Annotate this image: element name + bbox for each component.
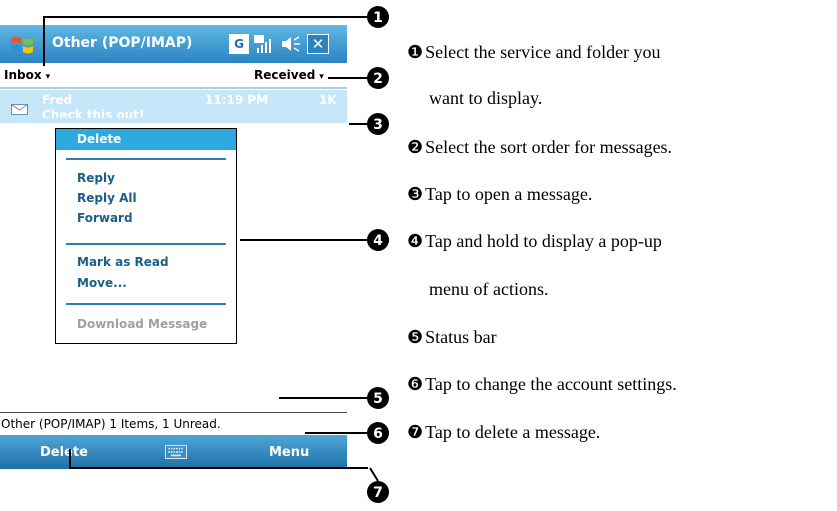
callout-marker-7	[367, 481, 389, 503]
menu-separator	[66, 243, 226, 245]
menu-separator	[66, 303, 226, 305]
callout-number-6: 6	[373, 426, 383, 442]
callout-marker-3	[367, 113, 389, 135]
title-bar: Other (POP/IMAP) G ✕	[0, 25, 347, 63]
menu-item-delete[interactable]: Delete	[77, 132, 121, 146]
callout-marker-2	[367, 67, 389, 89]
legend-item-1: ❶ Select the service and folder you	[407, 42, 661, 62]
menu-item-mark-as-read[interactable]: Mark as Read	[77, 255, 169, 269]
signal-icon[interactable]	[253, 34, 275, 54]
sort-label: Received	[254, 68, 316, 82]
callout-marker-1	[367, 6, 389, 28]
status-icons: G ✕	[229, 34, 329, 54]
message-sender: Fred	[42, 93, 73, 107]
message-time: 11:19 PM	[205, 93, 269, 107]
legend-item-4: ❹ Tap and hold to display a pop-up	[407, 231, 662, 251]
legend-item-4-cont: menu of actions.	[429, 279, 549, 299]
delete-softkey[interactable]: Delete	[40, 445, 88, 460]
chevron-down-icon: ▾	[319, 72, 324, 82]
folder-label: Inbox	[4, 68, 42, 82]
menu-softkey[interactable]: Menu	[269, 445, 309, 460]
callout-number-4: 4	[373, 233, 383, 249]
legend-item-1-cont: want to display.	[429, 88, 543, 108]
folder-dropdown[interactable]: Inbox ▾	[4, 68, 50, 82]
callout-number-3: 3	[373, 117, 383, 133]
callout-marker-5	[367, 387, 389, 409]
message-size: 1K	[319, 93, 337, 107]
legend-item-6: ❻ Tap to change the account settings.	[407, 374, 677, 394]
keyboard-icon[interactable]	[165, 445, 187, 459]
chevron-down-icon: ▾	[45, 72, 51, 82]
message-subject: Check this out!	[42, 108, 145, 118]
callout-marker-6	[367, 422, 389, 444]
windows-logo-icon[interactable]	[8, 30, 36, 58]
callout-number-7: 7	[373, 485, 383, 501]
menu-item-reply-all[interactable]: Reply All	[77, 191, 137, 205]
menu-toolbar: Inbox ▾ Received ▾	[0, 65, 347, 87]
callout-marker-4	[367, 229, 389, 251]
toolbar-divider	[0, 87, 347, 89]
envelope-icon	[11, 104, 28, 115]
callout-number-5: 5	[373, 391, 383, 407]
menu-item-move[interactable]: Move...	[77, 276, 127, 290]
menu-item-forward[interactable]: Forward	[77, 211, 133, 225]
network-g-icon[interactable]: G	[229, 34, 249, 54]
menu-item-download-message: Download Message	[77, 317, 208, 331]
legend-item-3: ❸ Tap to open a message.	[407, 184, 593, 204]
softkey-bar: Delete Menu	[0, 435, 347, 469]
message-row[interactable]: Fred 11:19 PM 1K Check this out!	[0, 90, 347, 123]
volume-icon[interactable]	[279, 34, 303, 54]
sort-dropdown[interactable]: Received ▾	[254, 68, 324, 82]
callout-number-1: 1	[373, 10, 383, 26]
legend-item-7: ❼ Tap to delete a message.	[407, 422, 601, 442]
legend: ❶ Select the service and folder you want …	[407, 0, 837, 511]
menu-item-reply[interactable]: Reply	[77, 171, 115, 185]
callout-number-2: 2	[373, 71, 383, 87]
popup-menu: Delete Reply Reply All Forward Mark as R…	[55, 128, 237, 344]
status-bar: Other (POP/IMAP) 1 Items, 1 Unread.	[0, 412, 347, 434]
close-icon[interactable]: ✕	[307, 34, 329, 54]
legend-item-5: ❺ Status bar	[407, 327, 497, 347]
pda-screen: Other (POP/IMAP) G ✕ Inbox▾ Received▾	[0, 25, 347, 469]
status-text: Other (POP/IMAP) 1 Items, 1 Unread.	[1, 417, 221, 431]
legend-item-2: ❷ Select the sort order for messages.	[407, 137, 673, 157]
menu-separator	[66, 158, 226, 160]
window-title: Other (POP/IMAP)	[52, 35, 193, 51]
